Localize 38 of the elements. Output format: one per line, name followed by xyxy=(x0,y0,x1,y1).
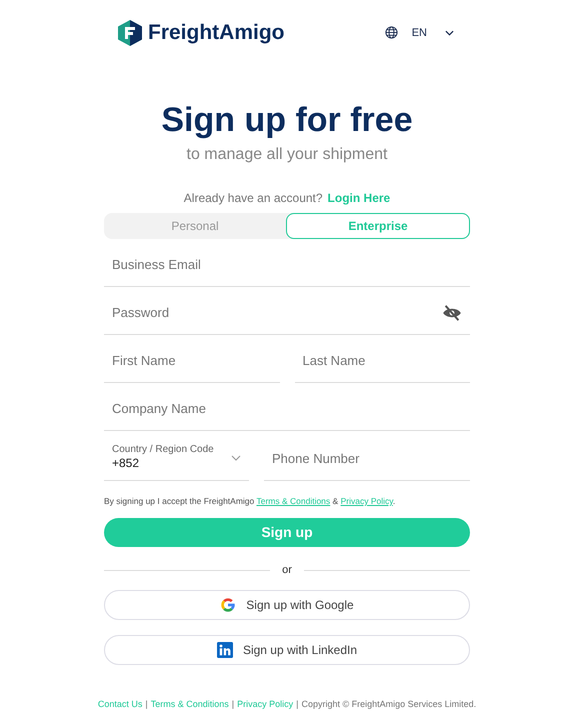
password-field[interactable]: Password xyxy=(104,291,442,335)
chevron-down-icon xyxy=(445,30,454,36)
page-title: Sign up for free xyxy=(161,100,413,140)
signup-button[interactable]: Sign up xyxy=(104,518,470,547)
google-icon xyxy=(220,597,236,614)
privacy-link[interactable]: Privacy Policy xyxy=(340,496,393,506)
field-label: Country / Region Code xyxy=(112,444,215,456)
logo-icon xyxy=(118,20,142,46)
login-link[interactable]: Login Here xyxy=(328,189,390,207)
footer-separator: | xyxy=(232,698,234,712)
footer-separator: | xyxy=(296,698,298,712)
divider-label: or xyxy=(282,562,292,578)
account-type-tab[interactable]: Enterprise xyxy=(286,213,470,239)
eye-off-icon[interactable] xyxy=(442,304,462,320)
social-signup-button[interactable]: Sign up with LinkedIn xyxy=(104,635,470,666)
footer-link[interactable]: Terms & Conditions xyxy=(150,698,229,712)
page-subtitle: to manage all your shipment xyxy=(186,145,388,165)
input-field[interactable]: Last Name xyxy=(294,339,470,383)
footer-link[interactable]: Privacy Policy xyxy=(237,698,294,712)
input-field[interactable]: Business Email xyxy=(104,243,470,287)
footer-link[interactable]: Contact Us xyxy=(98,698,142,712)
brand-name: FreightAmigo xyxy=(148,20,284,46)
terms-link[interactable]: Terms & Conditions xyxy=(256,496,330,506)
copyright-text: Copyright © FreightAmigo Services Limited. xyxy=(301,698,476,712)
login-prompt: Already have an account? xyxy=(184,190,323,207)
account-type-tab[interactable]: Personal xyxy=(104,213,286,239)
input-field[interactable]: Company Name xyxy=(104,387,470,431)
input-field[interactable]: First Name xyxy=(104,339,280,383)
field-value: +852 xyxy=(112,456,140,472)
language-selector[interactable]: EN xyxy=(384,24,454,41)
linkedin-icon xyxy=(216,642,233,658)
country-code-select[interactable]: Country / Region Code +852 xyxy=(104,435,249,481)
input-field[interactable]: Phone Number xyxy=(264,437,470,481)
chevron-down-icon xyxy=(231,454,241,460)
footer-separator: | xyxy=(145,698,148,712)
social-signup-button[interactable]: Sign up with Google xyxy=(104,590,470,620)
consent-text: By signing up I accept the FreightAmigo Terms & Conditions & Privacy Policy. xyxy=(104,495,396,508)
globe-icon xyxy=(384,26,398,40)
